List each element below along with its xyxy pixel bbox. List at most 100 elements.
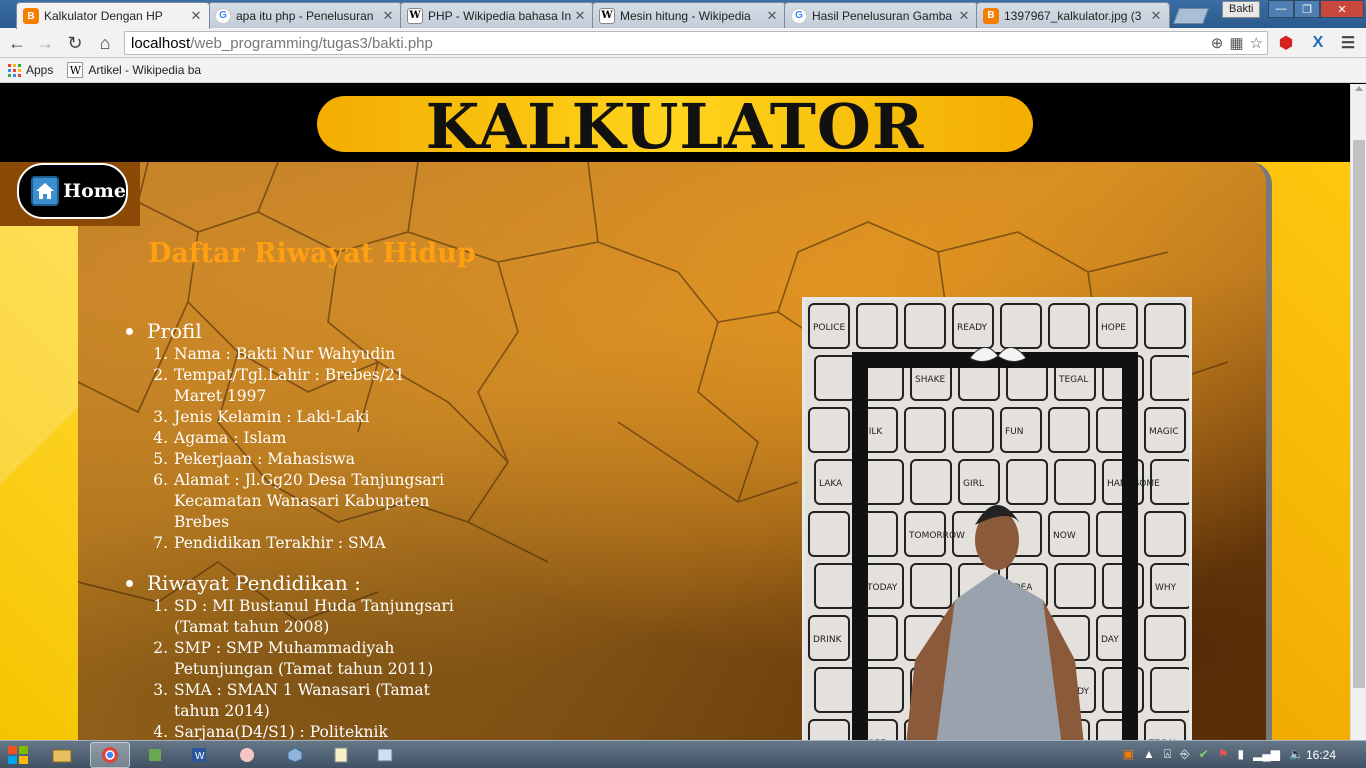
close-tab-icon[interactable]: ✕	[765, 8, 779, 24]
wall-word: NOW	[1053, 531, 1076, 541]
menu-icon[interactable]: ☰	[1336, 31, 1360, 55]
virtualbox-taskbar-icon[interactable]	[280, 742, 310, 768]
usb-icon[interactable]: ⎆	[1180, 747, 1190, 762]
browser-tab[interactable]: B Kalkulator Dengan HP ✕	[16, 2, 210, 29]
photo-illustration: POLICE READY HOPESHAKE TEGALMILK FUN MAGICLAK…	[805, 300, 1189, 740]
wall-word: READY	[957, 323, 988, 333]
signal-icon[interactable]: ▂▄▆	[1253, 747, 1280, 762]
app-taskbar-icon[interactable]	[140, 742, 170, 768]
scrollbar-thumb[interactable]	[1353, 140, 1365, 688]
bullet-icon	[126, 327, 133, 335]
list-number: 4.	[153, 429, 168, 447]
x-extension-icon[interactable]: X	[1306, 31, 1330, 55]
system-tray: ▣ ▲ ⍓ ⎆ ✔ ⚑ ▮ ▂▄▆ 🔈	[1123, 747, 1304, 762]
list-text: SD : MI Bustanul Huda Tanjungsari (Tamat…	[174, 597, 454, 636]
browser-tab[interactable]: G Hasil Penelusuran Gamba ✕	[784, 2, 978, 28]
close-tab-icon[interactable]: ✕	[1149, 8, 1163, 24]
profil-list: 1. Nama : Bakti Nur Wahyudin 2. Tempat/Tgl.…	[146, 344, 456, 554]
paint-taskbar-icon[interactable]	[232, 742, 262, 768]
apps-grid-icon	[8, 63, 21, 77]
maximize-icon[interactable]: ❐	[1294, 0, 1320, 18]
home-button[interactable]: Home	[17, 163, 128, 219]
zoom-icon[interactable]: ⊕	[1211, 34, 1224, 52]
action-center-icon[interactable]: ⚑	[1218, 747, 1229, 762]
close-tab-icon[interactable]: ✕	[189, 8, 203, 24]
home-page-icon[interactable]: ⌂	[92, 31, 118, 55]
list-number: 2.	[153, 366, 168, 384]
page-scrollbar[interactable]	[1350, 84, 1366, 740]
adblock-extension-icon[interactable]: ⬢	[1274, 31, 1298, 55]
battery-icon[interactable]: ▮	[1237, 747, 1244, 762]
minimize-icon[interactable]: —	[1268, 0, 1294, 18]
scroll-up-icon[interactable]	[1355, 86, 1363, 91]
close-tab-icon[interactable]: ✕	[957, 8, 971, 24]
browser-tab[interactable]: W Mesin hitung - Wikipedia ✕	[592, 2, 786, 28]
close-tab-icon[interactable]: ✕	[381, 8, 395, 24]
list-item: 5. Pekerjaan : Mahasiswa	[146, 449, 456, 470]
wall-word: POLICE	[813, 323, 845, 333]
taskbar-clock[interactable]: 16:24	[1306, 748, 1336, 762]
list-item: 2. SMP : SMP Muhammadiyah Petunjungan (Ta…	[146, 638, 456, 680]
tab-title: Mesin hitung - Wikipedia	[620, 8, 751, 23]
wall-word: DAY	[1101, 635, 1119, 645]
list-number: 4.	[153, 723, 168, 740]
list-item: 4. Sarjana(D4/S1) : Politeknik Harapan Be…	[146, 722, 456, 740]
back-icon[interactable]: ←	[4, 31, 30, 55]
wall-word: TOMORROW	[908, 531, 965, 541]
list-text: Alamat : Jl.Gg20 Desa Tanjungsari Kecama…	[174, 471, 445, 531]
list-item: 7. Pendidikan Terakhir : SMA	[146, 533, 456, 554]
list-number: 7.	[153, 534, 168, 552]
list-text: Agama : Islam	[174, 429, 287, 447]
volume-icon[interactable]: 🔈	[1289, 747, 1304, 762]
list-text: Sarjana(D4/S1) : Politeknik Harapan Bers…	[174, 723, 388, 740]
section-title: Profil	[126, 318, 456, 344]
bookmark-wikipedia[interactable]: W Artikel - Wikipedia ba	[67, 62, 201, 78]
close-tab-icon[interactable]: ✕	[573, 8, 587, 24]
new-tab-button[interactable]	[1173, 8, 1209, 24]
list-item: 1. SD : MI Bustanul Huda Tanjungsari (Tam…	[146, 596, 456, 638]
wall-word: HOPE	[1101, 323, 1126, 333]
wall-word: MAGIC	[1149, 427, 1179, 437]
bookmark-star-icon[interactable]: ☆	[1250, 34, 1263, 52]
close-window-icon[interactable]: ✕	[1320, 0, 1364, 18]
list-text: Pekerjaan : Mahasiswa	[174, 450, 355, 468]
browser-tab[interactable]: B 1397967_kalkulator.jpg (3 ✕	[976, 2, 1170, 28]
url-host: localhost	[131, 34, 191, 52]
list-text: Tempat/Tgl.Lahir : Brebes/21 Maret 1997	[174, 366, 405, 405]
security-icon[interactable]: ✔	[1199, 747, 1209, 762]
explorer-taskbar-icon[interactable]	[44, 742, 80, 768]
chrome-taskbar-icon[interactable]	[90, 742, 130, 768]
tray-app-icon[interactable]: ▣	[1123, 747, 1134, 762]
notepad-taskbar-icon[interactable]	[326, 742, 356, 768]
start-button[interactable]	[6, 744, 30, 766]
address-bar[interactable]: localhost/web_programming/tugas3/bakti.p…	[124, 31, 1268, 55]
list-item: 3. SMA : SMAN 1 Wanasari (Tamat tahun 201…	[146, 680, 456, 722]
translate-icon[interactable]: ▦	[1229, 34, 1243, 52]
list-number: 2.	[153, 639, 168, 657]
list-item: 2. Tempat/Tgl.Lahir : Brebes/21 Maret 199…	[146, 365, 456, 407]
blogger-icon: B	[23, 8, 39, 24]
list-text: Nama : Bakti Nur Wahyudin	[174, 345, 396, 363]
window-taskbar-icon[interactable]	[370, 742, 400, 768]
list-number: 1.	[153, 597, 168, 615]
wall-word: GIRL	[963, 479, 984, 489]
banner-title: KALKULATOR	[425, 90, 925, 163]
wall-word: TODAY	[866, 583, 898, 593]
browser-toolbar: ← → ↻ ⌂ localhost/web_programming/tugas3…	[0, 28, 1366, 58]
list-text: Jenis Kelamin : Laki-Laki	[174, 408, 370, 426]
reload-icon[interactable]: ↻	[62, 31, 88, 55]
forward-icon[interactable]: →	[32, 31, 58, 55]
browser-tab[interactable]: Gapa itu php - Penelusuran ✕	[208, 2, 402, 28]
bluetooth-icon[interactable]: ⍓	[1164, 747, 1171, 762]
network-share-icon[interactable]: ▲	[1143, 747, 1155, 762]
tab-title: Hasil Penelusuran Gamba	[812, 8, 953, 23]
browser-tab[interactable]: W PHP - Wikipedia bahasa In ✕	[400, 2, 594, 28]
wikipedia-icon: W	[67, 62, 84, 78]
wall-word: FUN	[1005, 427, 1024, 437]
section-profil: Profil 1. Nama : Bakti Nur Wahyudin 2. Temp…	[126, 318, 456, 554]
bookmark-apps[interactable]: Apps	[8, 63, 53, 77]
list-item: 6. Alamat : Jl.Gg20 Desa Tanjungsari Keca…	[146, 470, 456, 533]
wall-word: WHY	[1155, 583, 1177, 593]
word-taskbar-icon[interactable]: W	[184, 742, 214, 768]
profile-badge[interactable]: Bakti	[1222, 1, 1261, 18]
